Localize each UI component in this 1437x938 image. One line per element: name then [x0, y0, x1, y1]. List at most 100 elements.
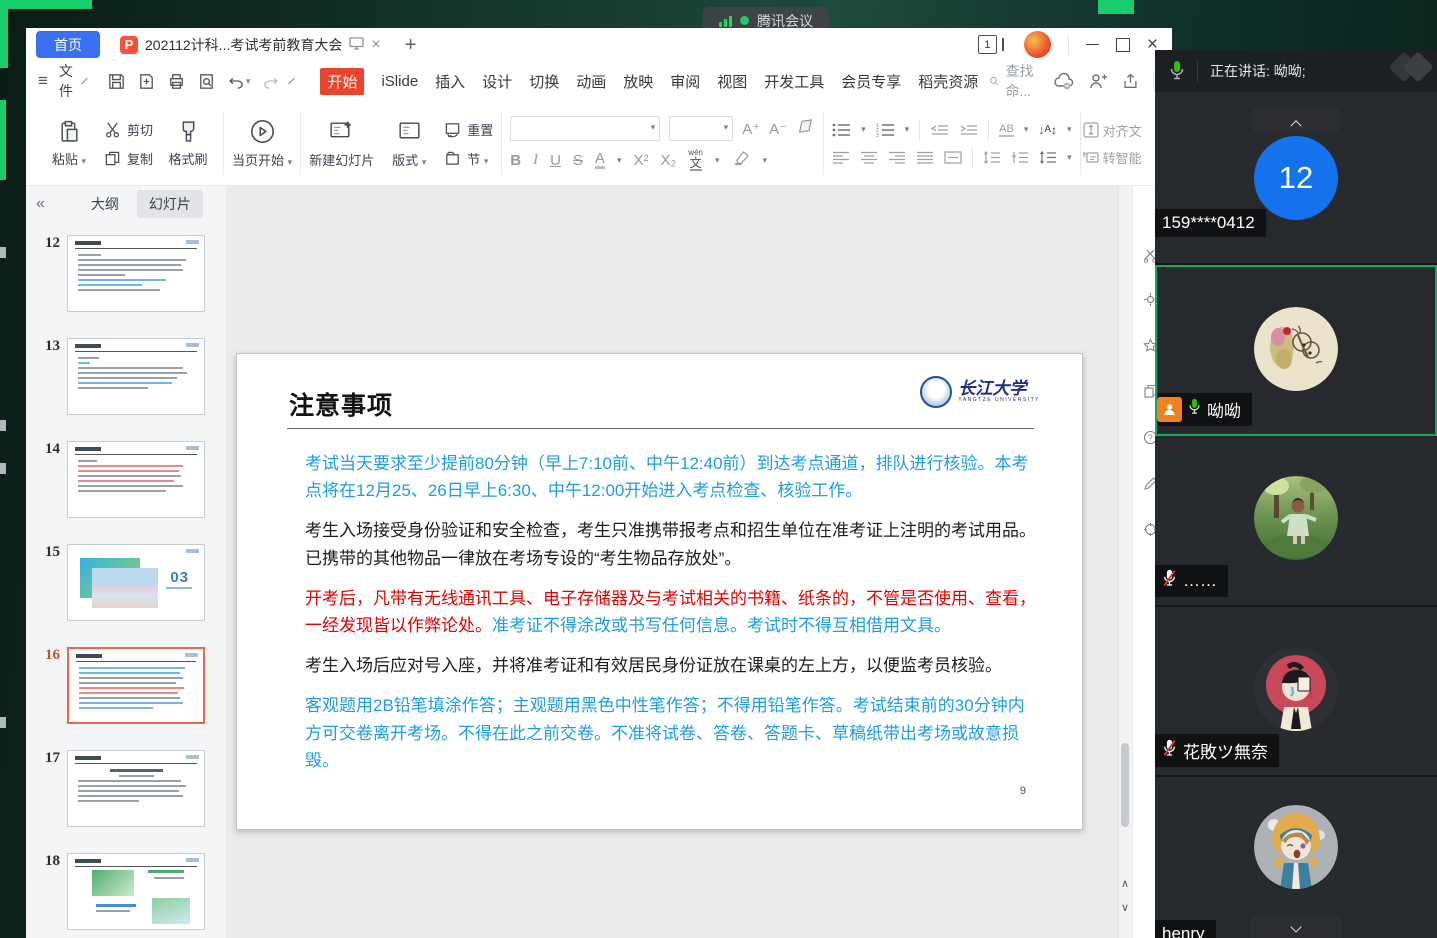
cut-button[interactable]: 剪切 — [104, 120, 153, 139]
tab-design[interactable]: 设计 — [482, 71, 512, 92]
tab-transition[interactable]: 切换 — [529, 71, 559, 92]
decrease-indent-button[interactable] — [930, 123, 949, 137]
font-family-select[interactable]: ▾ — [510, 116, 660, 141]
slide-thumbnail-18[interactable]: 18 — [26, 853, 226, 930]
slide-editing-area[interactable]: 注意事项 长江大学 YANGTZE UNIVERSITY 考试当天要求至少提前8… — [226, 186, 1132, 938]
share-icon[interactable] — [1121, 72, 1140, 90]
tab-home-ribbon[interactable]: 开始 — [320, 68, 364, 95]
convert-smartart-button[interactable]: 转智能 — [1083, 148, 1155, 167]
phonetic-guide-button[interactable]: wén 文 — [688, 149, 703, 171]
tab-slideshow[interactable]: 放映 — [623, 71, 653, 92]
highlight-button[interactable] — [732, 151, 751, 170]
justify-button[interactable] — [916, 151, 934, 164]
numbering-button[interactable]: 123 — [876, 123, 895, 137]
slide-thumbnail-17[interactable]: 17 — [26, 750, 226, 827]
document-tab[interactable]: P 202112计科...考试考前教育大会 × — [116, 28, 385, 61]
participant-tile-2-speaking[interactable]: 呦呦 — [1155, 265, 1437, 436]
tab-member[interactable]: 会员专享 — [841, 71, 901, 92]
clear-format-icon[interactable] — [796, 119, 815, 139]
format-painter-button[interactable]: 格式刷 — [161, 106, 215, 181]
slides-tab[interactable]: 幻灯片 — [137, 190, 203, 218]
play-from-current-button[interactable]: 当页开始 ▾ — [232, 106, 292, 181]
tab-insert[interactable]: 插入 — [435, 71, 465, 92]
document-tab-bar: 首页 P 202112计科...考试考前教育大会 × + 1 × — [26, 28, 1172, 61]
print-preview-icon[interactable] — [197, 72, 216, 91]
file-menu[interactable]: 文件 — [59, 61, 73, 101]
paste-button[interactable]: 粘贴 ▾ — [42, 106, 96, 181]
participant-tile-1[interactable]: 12 159****0412 — [1155, 92, 1437, 265]
align-center-button[interactable] — [860, 151, 878, 164]
tab-review[interactable]: 审阅 — [670, 71, 700, 92]
scroll-participants-down-button[interactable] — [1251, 916, 1341, 938]
line-spacing-down-button[interactable] — [1011, 151, 1029, 164]
scrollbar-thumb[interactable] — [1121, 743, 1129, 827]
italic-button[interactable]: I — [533, 152, 538, 169]
strikethrough-button[interactable]: S — [573, 152, 583, 169]
tab-view[interactable]: 视图 — [717, 71, 747, 92]
collapse-panel-icon[interactable]: « — [36, 195, 45, 213]
window-count-badge[interactable]: 1 — [978, 35, 997, 54]
slide-thumbnail-16-selected[interactable]: 16 — [26, 647, 226, 724]
increase-font-button[interactable]: A⁺ — [742, 120, 760, 138]
layout-button[interactable]: 版式 ▾ — [382, 106, 436, 181]
find-command-search[interactable]: 查找命... — [989, 61, 1039, 101]
line-spacing-button[interactable] — [1039, 151, 1057, 164]
tab-animation[interactable]: 动画 — [576, 71, 606, 92]
export-pdf-icon[interactable] — [137, 72, 156, 91]
invite-user-icon[interactable] — [1088, 72, 1108, 90]
next-slide-icon[interactable]: ∨ — [1121, 901, 1129, 914]
line-spacing-up-button[interactable] — [983, 151, 1001, 164]
tab-docer[interactable]: 稻壳资源 — [918, 71, 978, 92]
participant-tile-3[interactable]: …… — [1155, 436, 1437, 607]
slide-thumbnail-12[interactable]: 12 — [26, 235, 226, 312]
save-icon[interactable] — [107, 72, 126, 91]
slide-thumbnail-15[interactable]: 15 03 — [26, 544, 226, 621]
sort-az-button[interactable]: ↓A↕ — [1038, 123, 1057, 137]
tab-devtools[interactable]: 开发工具 — [764, 71, 824, 92]
undo-icon[interactable]: ▾ — [227, 72, 251, 90]
home-tab[interactable]: 首页 — [36, 31, 100, 58]
subscript-button[interactable]: X₂ — [660, 152, 676, 169]
bold-button[interactable]: B — [510, 152, 521, 169]
quick-access-more-chevron-icon[interactable] — [289, 78, 295, 84]
new-slide-button[interactable]: 新建幻灯片 — [309, 106, 374, 181]
copy-button[interactable]: 复制 — [104, 149, 153, 168]
reset-slide-button[interactable]: 重置 — [444, 120, 493, 139]
outline-tab[interactable]: 大纲 — [79, 190, 131, 218]
distribute-button[interactable] — [944, 151, 962, 164]
scroll-participants-up-button[interactable] — [1252, 108, 1340, 132]
user-avatar[interactable] — [1024, 31, 1051, 58]
align-right-button[interactable] — [888, 151, 906, 164]
section-button[interactable]: 节 ▾ — [444, 149, 493, 168]
cloud-sync-icon[interactable] — [1053, 72, 1075, 90]
maximize-button[interactable] — [1116, 38, 1130, 52]
previous-slide-icon[interactable]: ∧ — [1121, 877, 1129, 890]
slide-canvas[interactable]: 注意事项 长江大学 YANGTZE UNIVERSITY 考试当天要求至少提前8… — [236, 353, 1083, 830]
participant-tile-5[interactable]: henry — [1155, 777, 1437, 938]
underline-button[interactable]: U — [550, 152, 561, 169]
minimize-button[interactable] — [1086, 44, 1099, 46]
font-size-select[interactable]: ▾ — [669, 116, 733, 141]
present-monitor-icon[interactable] — [349, 37, 364, 53]
wps-presentation-window: 首页 P 202112计科...考试考前教育大会 × + 1 × ≡ 文件 — [26, 28, 1172, 938]
close-tab-icon[interactable]: × — [371, 36, 380, 54]
text-direction-button[interactable]: AB — [999, 123, 1014, 137]
superscript-button[interactable]: X² — [633, 152, 648, 169]
slide-thumbnail-14[interactable]: 14 — [26, 441, 226, 518]
decrease-font-button[interactable]: A⁻ — [769, 120, 787, 138]
participant-tile-4[interactable]: 花敗ツ無奈 — [1155, 607, 1437, 777]
font-color-button[interactable]: A — [595, 151, 605, 169]
align-text-button[interactable]: 对齐文 — [1083, 121, 1155, 140]
align-left-button[interactable] — [832, 151, 850, 164]
increase-indent-button[interactable] — [959, 123, 978, 137]
new-tab-button[interactable]: + — [405, 35, 417, 55]
avatar-image — [1254, 805, 1338, 889]
hamburger-menu-icon[interactable]: ≡ — [38, 71, 48, 91]
tab-islide[interactable]: iSlide — [381, 73, 418, 90]
print-icon[interactable] — [167, 72, 186, 91]
vertical-scrollbar[interactable] — [1118, 186, 1132, 938]
slide-thumbnail-13[interactable]: 13 — [26, 338, 226, 415]
bullets-button[interactable] — [832, 123, 851, 137]
file-menu-chevron-icon[interactable] — [81, 78, 87, 84]
meeting-status-dot-icon — [740, 16, 749, 25]
